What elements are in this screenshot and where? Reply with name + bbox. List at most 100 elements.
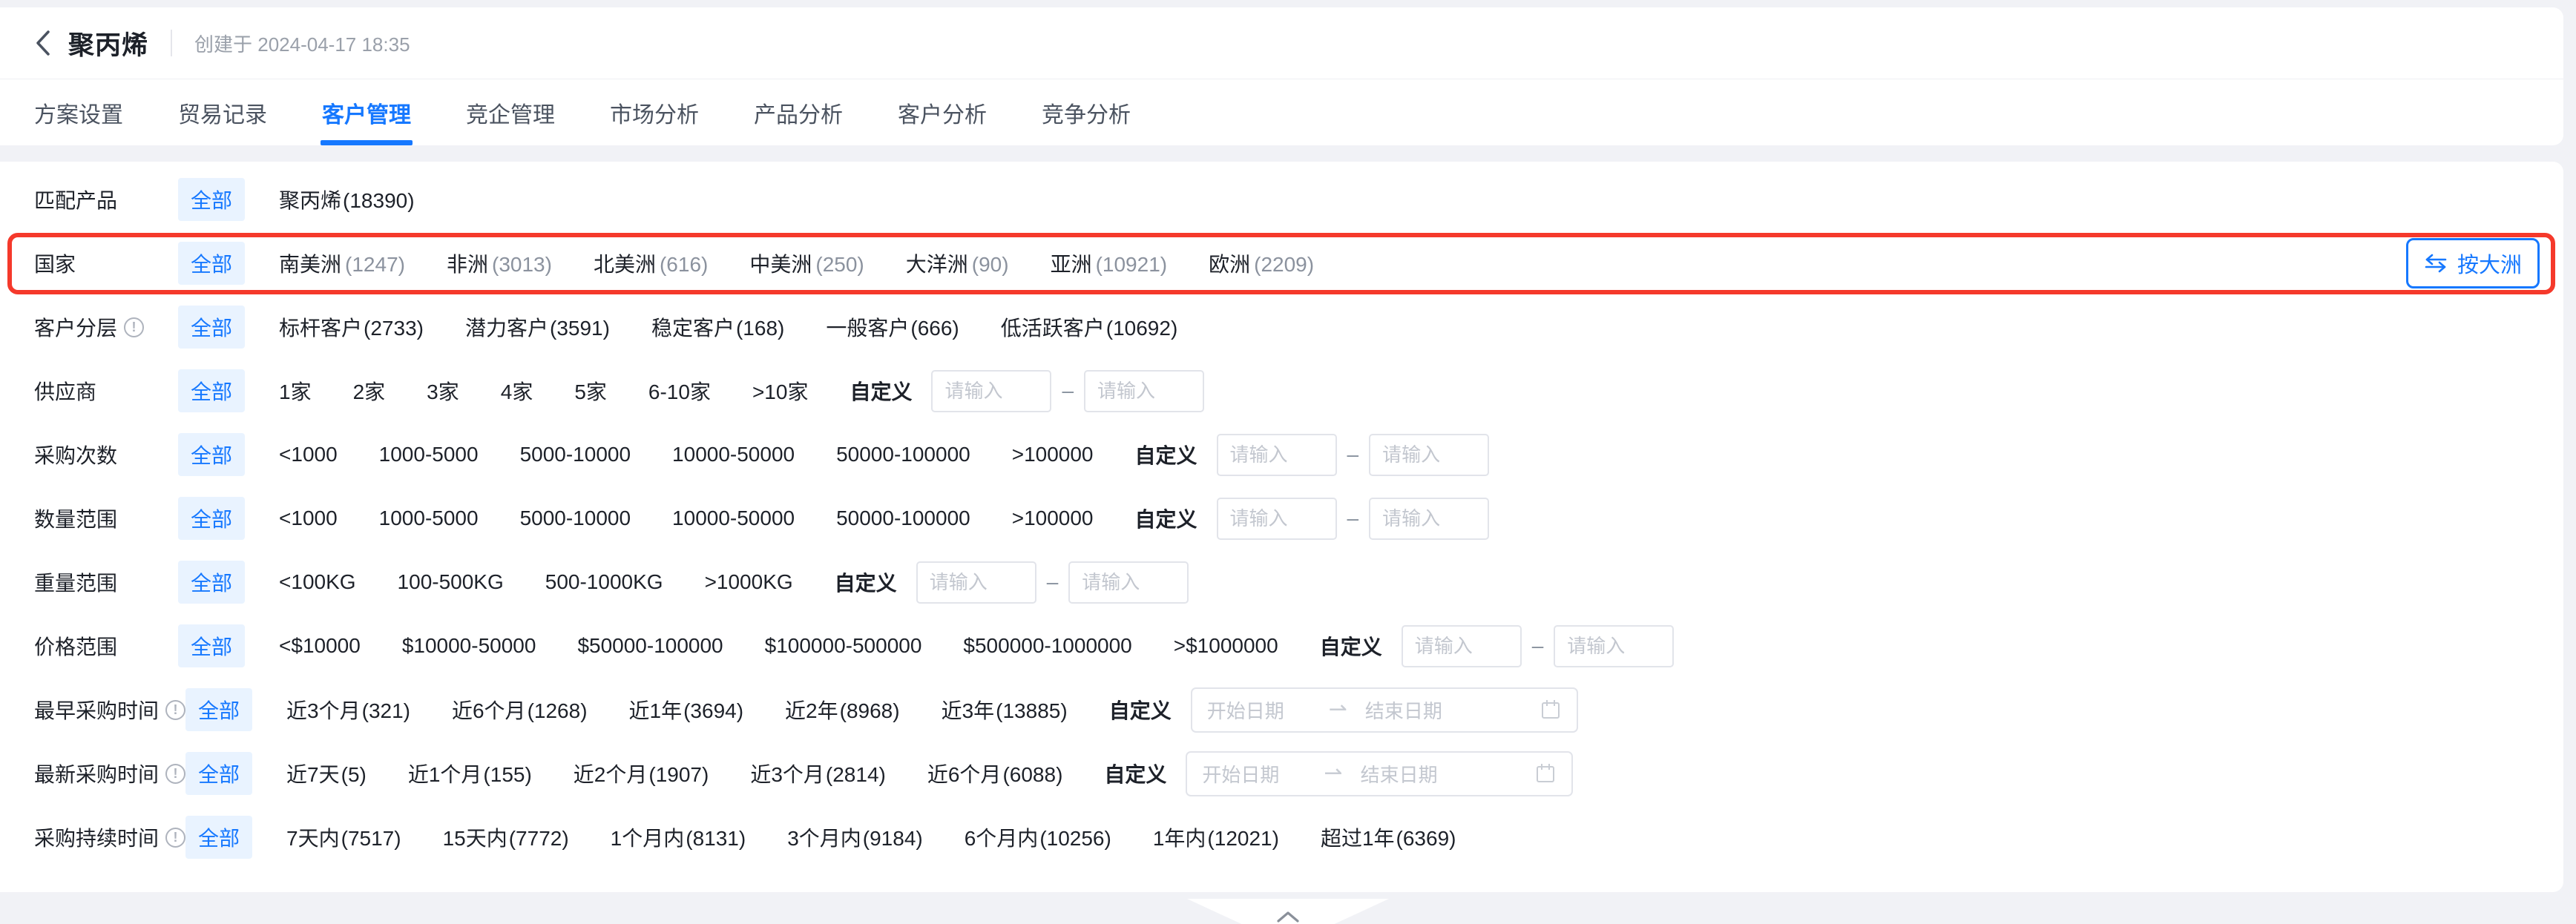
- filter-option[interactable]: 5000-10000: [520, 443, 631, 466]
- filter-option[interactable]: 亚洲10921: [1051, 248, 1168, 278]
- tab-customer-analysis[interactable]: 客户分析: [898, 79, 987, 145]
- filter-option[interactable]: 非洲3013: [447, 248, 552, 278]
- filter-option[interactable]: 4家: [501, 376, 533, 406]
- filter-option[interactable]: 近1个月155: [408, 759, 532, 788]
- info-icon[interactable]: !: [165, 764, 185, 784]
- filter-option[interactable]: 近6个月6088: [927, 759, 1063, 788]
- filter-option[interactable]: <$10000: [279, 634, 361, 658]
- custom-range-label[interactable]: 自定义: [835, 567, 897, 597]
- filter-option[interactable]: <1000: [279, 506, 338, 530]
- custom-range-label[interactable]: 自定义: [850, 376, 912, 406]
- tab-plan-settings[interactable]: 方案设置: [34, 79, 123, 145]
- max-input[interactable]: [1554, 625, 1674, 667]
- min-input[interactable]: [931, 370, 1051, 412]
- tab-trade-records[interactable]: 贸易记录: [178, 79, 267, 145]
- filter-option[interactable]: 近7天5: [286, 759, 367, 788]
- custom-range-label[interactable]: 自定义: [1320, 631, 1382, 661]
- filter-option[interactable]: 中美洲250: [749, 248, 864, 278]
- filter-option[interactable]: 1家: [279, 376, 312, 406]
- filter-option[interactable]: 10000-50000: [672, 443, 795, 466]
- date-range-picker[interactable]: 开始日期 ⇀ 结束日期: [1186, 751, 1573, 796]
- filter-option[interactable]: 南美洲1247: [279, 248, 405, 278]
- filter-option[interactable]: 6-10家: [648, 376, 711, 406]
- info-icon[interactable]: !: [124, 317, 144, 337]
- filter-option[interactable]: >100000: [1012, 506, 1094, 530]
- filter-option[interactable]: 3个月内9184: [787, 822, 923, 852]
- filter-option[interactable]: 7天内7517: [286, 822, 401, 852]
- max-input[interactable]: [1369, 498, 1489, 540]
- filter-option[interactable]: 低活跃客户10692: [1001, 312, 1178, 342]
- filter-option[interactable]: 标杆客户2733: [279, 312, 424, 342]
- max-input[interactable]: [1068, 561, 1189, 604]
- filter-option[interactable]: 近3年13885: [942, 695, 1068, 725]
- filter-all-chip[interactable]: 全部: [178, 624, 245, 667]
- filter-all-chip[interactable]: 全部: [178, 178, 245, 221]
- filter-all-chip[interactable]: 全部: [185, 752, 252, 795]
- filter-all-chip[interactable]: 全部: [178, 306, 245, 349]
- filter-all-chip[interactable]: 全部: [178, 369, 245, 412]
- filter-option[interactable]: 2家: [353, 376, 386, 406]
- filter-option[interactable]: 近3个月321: [286, 695, 410, 725]
- filter-option[interactable]: 6个月内10256: [965, 822, 1111, 852]
- filter-option[interactable]: 稳定客户168: [651, 312, 784, 342]
- info-icon[interactable]: !: [165, 700, 185, 720]
- custom-range-label[interactable]: 自定义: [1135, 504, 1197, 533]
- min-input[interactable]: [1402, 625, 1522, 667]
- back-button[interactable]: [34, 28, 52, 58]
- tab-competition-analysis[interactable]: 竞争分析: [1042, 79, 1131, 145]
- filter-option[interactable]: 5家: [574, 376, 607, 406]
- date-range-picker[interactable]: 开始日期 ⇀ 结束日期: [1191, 687, 1578, 733]
- filter-option[interactable]: 50000-100000: [836, 506, 970, 530]
- max-input[interactable]: [1084, 370, 1204, 412]
- filter-option[interactable]: 15天内7772: [443, 822, 569, 852]
- filter-option[interactable]: 近3个月2814: [750, 759, 886, 788]
- min-input[interactable]: [1217, 498, 1337, 540]
- filter-all-chip[interactable]: 全部: [178, 497, 245, 540]
- filter-all-chip[interactable]: 全部: [178, 242, 245, 285]
- min-input[interactable]: [1217, 434, 1337, 476]
- filter-option[interactable]: 500-1000KG: [545, 570, 663, 594]
- filter-option[interactable]: 10000-50000: [672, 506, 795, 530]
- filter-option[interactable]: 1个月内8131: [611, 822, 746, 852]
- filter-option[interactable]: 北美洲616: [594, 248, 708, 278]
- collapse-filter-panel-button[interactable]: [1187, 899, 1389, 924]
- group-by-continent-button[interactable]: 按大洲: [2406, 238, 2540, 288]
- filter-option[interactable]: 100-500KG: [398, 570, 504, 594]
- filter-option[interactable]: 一般客户666: [826, 312, 959, 342]
- custom-range-label[interactable]: 自定义: [1135, 440, 1197, 469]
- filter-option[interactable]: 大洋洲90: [906, 248, 1009, 278]
- filter-all-chip[interactable]: 全部: [178, 433, 245, 476]
- filter-option[interactable]: <1000: [279, 443, 338, 466]
- filter-option[interactable]: 潜力客户3591: [465, 312, 610, 342]
- filter-option[interactable]: 1000-5000: [379, 443, 479, 466]
- filter-option[interactable]: 近2个月1907: [574, 759, 709, 788]
- custom-range-label[interactable]: 自定义: [1104, 759, 1166, 788]
- filter-option[interactable]: 超过1年6369: [1321, 822, 1456, 852]
- info-icon[interactable]: !: [165, 828, 185, 848]
- filter-option[interactable]: 1年内12021: [1153, 822, 1279, 852]
- tab-market-analysis[interactable]: 市场分析: [610, 79, 699, 145]
- tab-competitor-management[interactable]: 竞企管理: [466, 79, 555, 145]
- max-input[interactable]: [1369, 434, 1489, 476]
- filter-option[interactable]: 欧洲2209: [1209, 248, 1314, 278]
- filter-option[interactable]: >10家: [752, 376, 809, 406]
- filter-option[interactable]: $10000-50000: [402, 634, 536, 658]
- filter-option[interactable]: <100KG: [279, 570, 356, 594]
- filter-option[interactable]: 5000-10000: [520, 506, 631, 530]
- filter-option[interactable]: >100000: [1012, 443, 1094, 466]
- filter-option[interactable]: 近1年3694: [629, 695, 744, 725]
- filter-option[interactable]: 3家: [427, 376, 459, 406]
- filter-all-chip[interactable]: 全部: [185, 688, 252, 731]
- filter-option[interactable]: 1000-5000: [379, 506, 479, 530]
- filter-option[interactable]: $500000-1000000: [963, 634, 1131, 658]
- filter-option[interactable]: >$1000000: [1174, 634, 1278, 658]
- filter-option[interactable]: $50000-100000: [577, 634, 723, 658]
- filter-all-chip[interactable]: 全部: [185, 816, 252, 859]
- filter-option[interactable]: 聚丙烯18390: [279, 185, 415, 214]
- tab-customer-management[interactable]: 客户管理: [322, 79, 411, 145]
- tab-product-analysis[interactable]: 产品分析: [754, 79, 843, 145]
- filter-option[interactable]: $100000-500000: [765, 634, 922, 658]
- filter-option[interactable]: 近2年8968: [785, 695, 900, 725]
- filter-option[interactable]: 近6个月1268: [452, 695, 588, 725]
- filter-option[interactable]: >1000KG: [705, 570, 793, 594]
